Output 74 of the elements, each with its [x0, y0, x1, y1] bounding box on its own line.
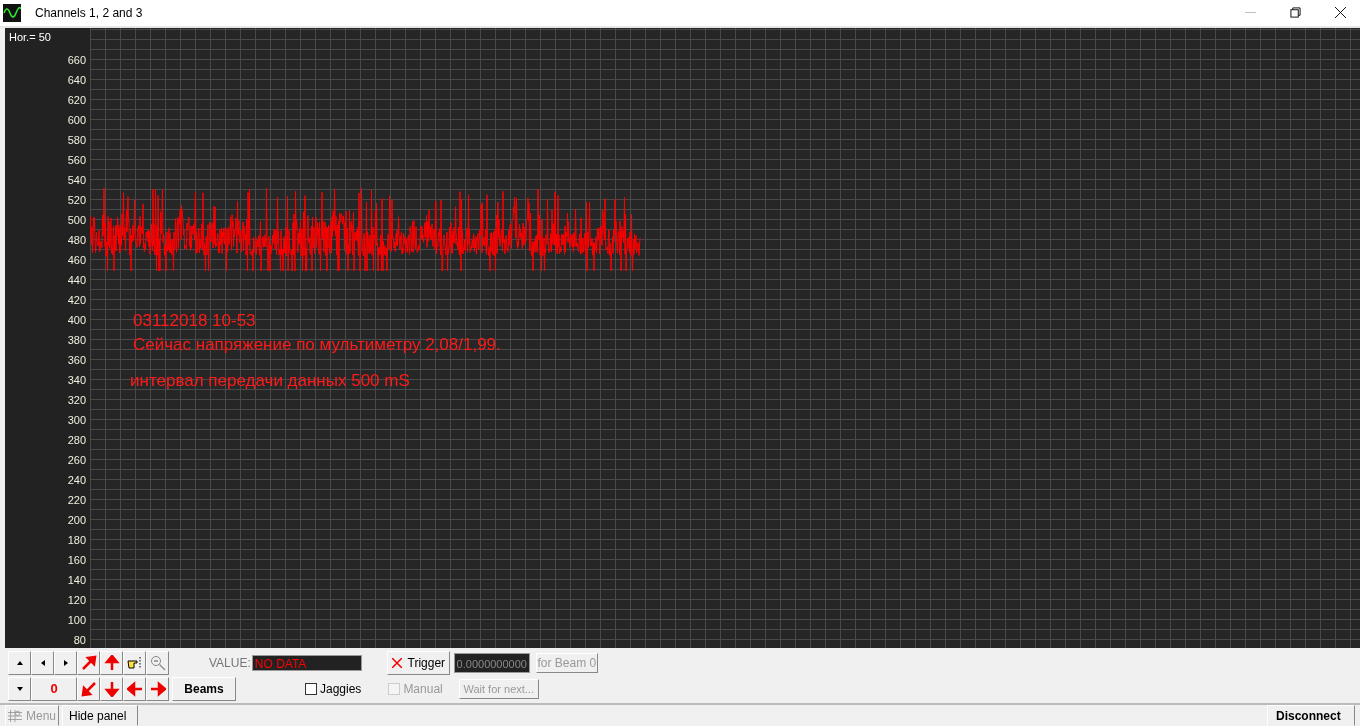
shift-up-button[interactable]	[100, 650, 123, 675]
diagonal-arrow-icon	[80, 680, 97, 697]
y-axis-label: 280	[67, 432, 87, 448]
scroll-down-button[interactable]	[8, 676, 31, 701]
y-axis-label: 140	[67, 572, 87, 588]
disconnect-button[interactable]: Disconnect	[1267, 705, 1355, 726]
y-axis-label: 100	[67, 612, 87, 628]
beams-button[interactable]: Beams	[172, 676, 236, 701]
y-axis-label: 580	[67, 132, 87, 148]
magnifier-icon	[149, 654, 166, 671]
up-arrow-icon	[103, 654, 120, 671]
y-axis-label: 620	[67, 92, 87, 108]
counter-display: 0	[31, 676, 77, 701]
y-axis-label: 120	[67, 592, 87, 608]
y-axis-label: 520	[67, 192, 87, 208]
shift-left-button[interactable]	[123, 676, 146, 701]
down-arrow-icon	[103, 680, 120, 697]
zoom-in-diagonal-button[interactable]	[77, 650, 100, 675]
close-icon[interactable]	[1335, 7, 1346, 19]
y-axis-label: 600	[67, 112, 87, 128]
y-axis-label: 300	[67, 412, 87, 428]
y-axis-label: 500	[67, 212, 87, 228]
window-title: Channels 1, 2 and 3	[35, 5, 143, 20]
y-axis-label: 560	[67, 152, 87, 168]
y-axis-label: 340	[67, 372, 87, 388]
trigger-value-field[interactable]: 0.0000000000	[453, 652, 530, 673]
scroll-right-button[interactable]	[54, 650, 77, 675]
annotation-text: интервал передачи данных 500 mS	[130, 369, 410, 392]
value-label: VALUE:	[209, 655, 251, 670]
left-arrow-icon	[126, 680, 143, 697]
scroll-left-button[interactable]	[31, 650, 54, 675]
y-axis-label: 260	[67, 452, 87, 468]
y-axis-label: 160	[67, 552, 87, 568]
diagonal-arrow-icon	[80, 654, 97, 671]
trigger-button[interactable]: Trigger	[386, 650, 450, 675]
y-axis-label: 240	[67, 472, 87, 488]
y-axis-label: 320	[67, 392, 87, 408]
value-display: NO DATA	[251, 654, 362, 671]
y-axis-label: 220	[67, 492, 87, 508]
y-axis-label: 440	[67, 272, 87, 288]
y-axis-label: 180	[67, 532, 87, 548]
right-arrow-icon	[149, 680, 166, 697]
y-axis-label: 360	[67, 352, 87, 368]
jaggies-checkbox[interactable]: Jaggies	[305, 681, 362, 696]
app-icon	[3, 3, 21, 22]
zoom-button[interactable]	[146, 650, 169, 675]
x-icon	[391, 657, 402, 668]
annotation-text: 03112018 10-53	[133, 309, 256, 332]
scroll-up-button[interactable]	[8, 650, 31, 675]
menu-icon	[8, 708, 22, 723]
y-axis-label: 200	[67, 512, 87, 528]
y-axis-label: 380	[67, 332, 87, 348]
y-axis-label: 420	[67, 292, 87, 308]
y-axis-label: 640	[67, 72, 87, 88]
y-axis-label: 480	[67, 232, 87, 248]
shift-right-button[interactable]	[146, 676, 169, 701]
hide-panel-button[interactable]: Hide panel	[62, 705, 138, 726]
caret-left-icon	[40, 659, 45, 666]
caret-right-icon	[63, 659, 68, 666]
y-axis-label: 660	[67, 52, 87, 68]
caret-up-icon	[16, 660, 23, 665]
y-axis-label: 540	[67, 172, 87, 188]
zoom-out-diagonal-button[interactable]	[77, 676, 100, 701]
hor-label: Hor.=	[9, 30, 36, 43]
shift-down-button[interactable]	[100, 676, 123, 701]
pointer-button[interactable]	[123, 650, 146, 675]
y-axis-label: 80	[73, 632, 87, 648]
annotation-text: Сейчас напряжение по мультиметру 2,08/1,99.	[133, 333, 501, 356]
y-axis-label: 400	[67, 312, 87, 328]
pointing-hand-icon	[126, 654, 143, 671]
y-axis-label: 460	[67, 252, 87, 268]
hor-value: 50	[38, 30, 51, 43]
caret-down-icon	[16, 686, 23, 691]
restore-icon[interactable]	[1290, 7, 1301, 19]
